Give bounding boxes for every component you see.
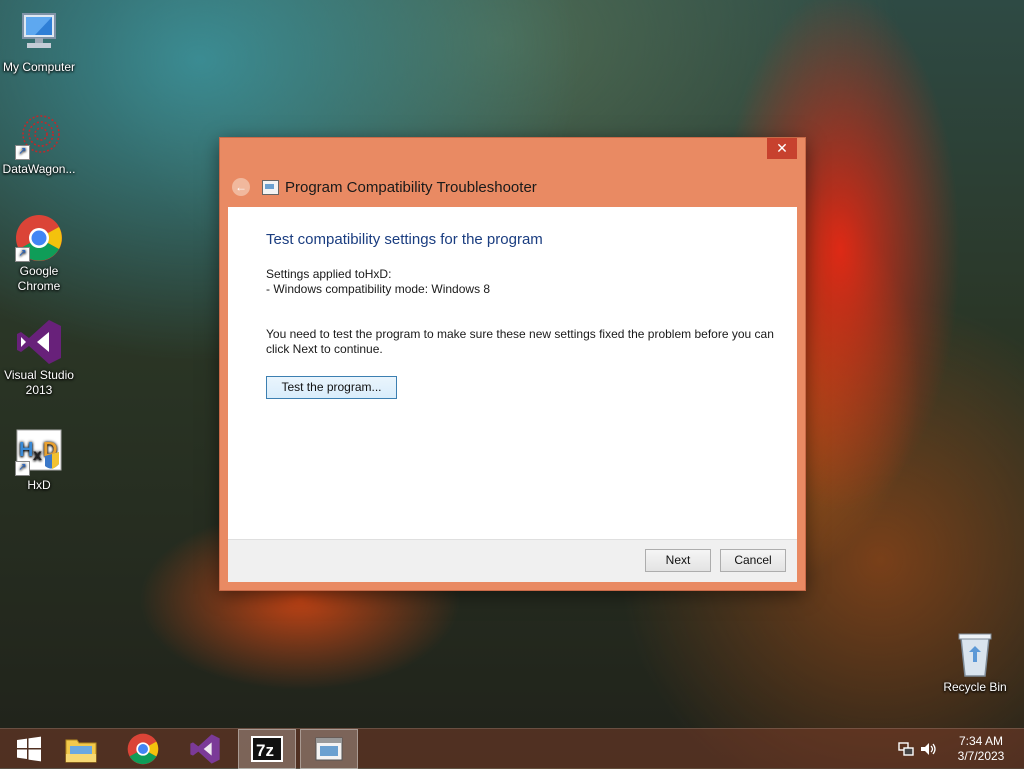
taskbar-7zip[interactable]: 7z xyxy=(238,729,296,769)
troubleshooter-window: ✕ ← Program Compatibility Troubleshooter… xyxy=(220,138,805,590)
troubleshooter-icon xyxy=(315,737,343,761)
desktop-icon-label: DataWagon... xyxy=(2,162,76,176)
dialog-footer: Next Cancel xyxy=(228,539,797,582)
desktop-icon-label: My Computer xyxy=(2,60,76,74)
taskbar-chrome[interactable] xyxy=(114,729,172,769)
next-button[interactable]: Next xyxy=(645,549,711,572)
close-button[interactable]: ✕ xyxy=(767,138,797,159)
svg-text:x: x xyxy=(33,447,42,464)
start-button[interactable] xyxy=(0,729,58,769)
dialog-content: Test compatibility settings for the prog… xyxy=(228,207,797,582)
desktop-icon-my-computer[interactable]: My Computer xyxy=(0,10,78,75)
title-bar: ← Program Compatibility Troubleshooter xyxy=(232,176,537,198)
taskbar: 7z 7:34 AM 3/7/2023 xyxy=(0,728,1024,769)
datawagon-icon: ↗ xyxy=(15,112,63,160)
desktop-icon-google-chrome[interactable]: ↗ Google Chrome xyxy=(0,214,78,294)
desktop-icon-recycle-bin[interactable]: Recycle Bin xyxy=(936,630,1014,695)
close-icon: ✕ xyxy=(776,140,788,156)
desktop-icon-label: Google Chrome xyxy=(17,264,61,293)
back-button[interactable]: ← xyxy=(232,178,250,196)
clock[interactable]: 7:34 AM 3/7/2023 xyxy=(944,729,1018,769)
computer-icon xyxy=(15,10,63,58)
taskbar-file-explorer[interactable] xyxy=(52,729,110,769)
shortcut-arrow-icon: ↗ xyxy=(15,461,30,476)
window-title: Program Compatibility Troubleshooter xyxy=(285,178,537,196)
troubleshooter-icon xyxy=(262,179,279,195)
svg-text:H: H xyxy=(19,439,33,461)
network-icon[interactable] xyxy=(898,742,914,756)
taskbar-visual-studio[interactable] xyxy=(176,729,234,769)
volume-icon[interactable] xyxy=(920,742,938,756)
shortcut-arrow-icon: ↗ xyxy=(15,145,30,160)
visual-studio-icon xyxy=(15,318,63,366)
desktop-icon-hxd[interactable]: H x D ↗ HxD xyxy=(0,428,78,493)
compat-mode-line: - Windows compatibility mode: Windows 8 xyxy=(266,282,491,296)
shortcut-arrow-icon: ↗ xyxy=(15,247,30,262)
desktop-icon-label: Recycle Bin xyxy=(943,680,1007,694)
back-arrow-icon: ← xyxy=(235,180,247,194)
7zip-icon: 7z xyxy=(251,736,283,762)
instruction-text: You need to test the program to make sur… xyxy=(266,327,774,356)
windows-logo-icon xyxy=(17,736,41,762)
hxd-icon: H x D ↗ xyxy=(15,428,63,476)
cancel-button[interactable]: Cancel xyxy=(720,549,786,572)
settings-applied-label: Settings applied toHxD: xyxy=(266,267,392,281)
visual-studio-icon xyxy=(190,734,220,764)
taskbar-troubleshooter[interactable] xyxy=(300,729,358,769)
desktop-icon-datawagon[interactable]: ↗ DataWagon... xyxy=(0,112,78,177)
test-program-button[interactable]: Test the program... xyxy=(266,376,397,399)
page-heading: Test compatibility settings for the prog… xyxy=(266,231,543,248)
svg-text:7z: 7z xyxy=(256,741,274,760)
desktop-icon-label: Visual Studio 2013 xyxy=(4,368,74,397)
desktop-icon-label: HxD xyxy=(27,478,51,492)
desktop-icon-visual-studio[interactable]: Visual Studio 2013 xyxy=(0,318,78,398)
chrome-icon: ↗ xyxy=(15,214,63,262)
recycle-bin-icon xyxy=(951,630,999,678)
folder-icon xyxy=(65,739,97,763)
clock-time: 7:34 AM xyxy=(958,734,1004,748)
clock-date: 3/7/2023 xyxy=(957,749,1005,763)
chrome-icon xyxy=(127,733,159,765)
